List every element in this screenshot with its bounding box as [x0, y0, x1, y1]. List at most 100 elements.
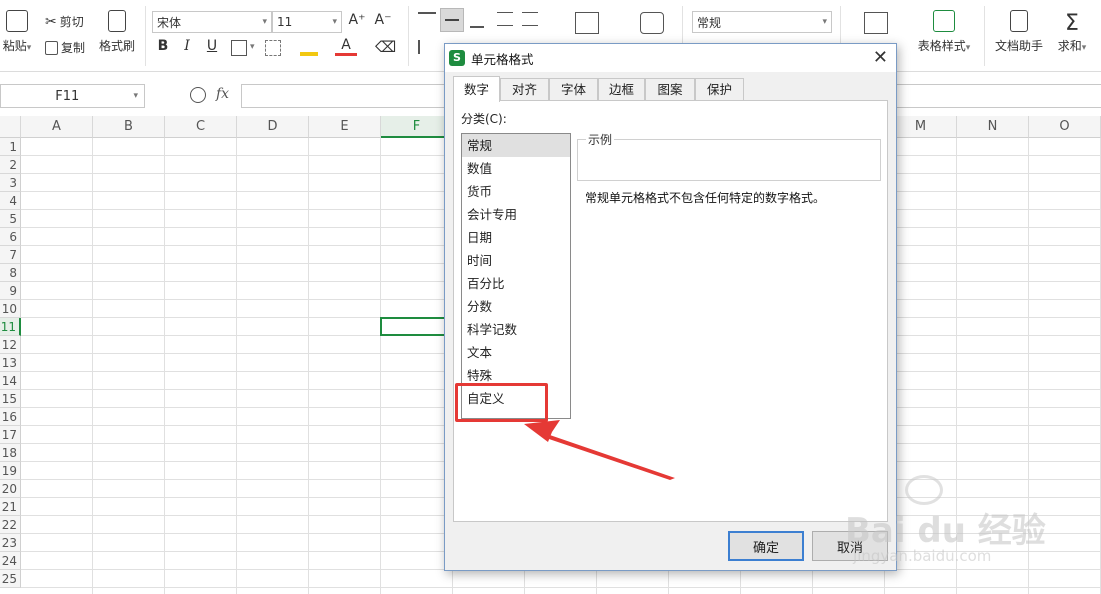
- sum-button[interactable]: Σ 求和▾: [1055, 10, 1089, 54]
- close-icon[interactable]: ✕: [873, 47, 888, 68]
- table-style-button[interactable]: 表格样式▾: [912, 10, 976, 54]
- decrease-indent-icon[interactable]: [497, 12, 513, 26]
- tab-alignment[interactable]: 对齐: [500, 78, 549, 102]
- eraser-icon[interactable]: ⌫: [375, 38, 396, 56]
- row-header[interactable]: 12: [0, 336, 21, 354]
- ok-button[interactable]: 确定: [728, 531, 804, 561]
- italic-button[interactable]: I: [176, 38, 198, 54]
- category-list[interactable]: 常规 数值 货币 会计专用 日期 时间 百分比 分数 科学记数 文本 特殊 自定义: [461, 133, 571, 419]
- tab-font[interactable]: 字体: [549, 78, 598, 102]
- increase-indent-icon[interactable]: [522, 12, 538, 26]
- column-header[interactable]: E: [309, 116, 381, 138]
- doc-helper-button[interactable]: 文档助手: [993, 10, 1045, 54]
- row-header[interactable]: 14: [0, 372, 21, 390]
- row-header[interactable]: 7: [0, 246, 21, 264]
- row-header[interactable]: 18: [0, 444, 21, 462]
- row-header[interactable]: 22: [0, 516, 21, 534]
- format-painter-button[interactable]: 格式刷: [97, 10, 137, 54]
- paste-button[interactable]: 粘贴▾: [0, 10, 34, 54]
- category-item[interactable]: 百分比: [462, 272, 570, 295]
- row-header[interactable]: 15: [0, 390, 21, 408]
- shrink-font-button[interactable]: A⁻: [372, 12, 394, 28]
- fx-icon[interactable]: fx: [216, 86, 229, 102]
- tab-border[interactable]: 边框: [598, 78, 645, 102]
- tab-label: 对齐: [511, 82, 537, 97]
- category-item[interactable]: 日期: [462, 226, 570, 249]
- category-item[interactable]: 文本: [462, 341, 570, 364]
- copy-button[interactable]: 复制: [45, 39, 85, 56]
- cut-button[interactable]: ✂ 剪切: [45, 13, 84, 30]
- table-style-icon: [933, 10, 955, 32]
- name-box[interactable]: F11 ▾: [0, 84, 145, 108]
- shrink-font-icon: A⁻: [374, 12, 392, 28]
- grid-line: [21, 587, 1101, 588]
- row-header[interactable]: 9: [0, 282, 21, 300]
- row-header[interactable]: 2: [0, 156, 21, 174]
- row-header[interactable]: 6: [0, 228, 21, 246]
- chevron-down-icon: ▾: [133, 91, 138, 101]
- ribbon-divider: [145, 6, 146, 66]
- bold-button[interactable]: B: [152, 38, 174, 54]
- conditional-format-icon[interactable]: [864, 12, 888, 34]
- tab-pattern[interactable]: 图案: [645, 78, 695, 102]
- column-header[interactable]: C: [165, 116, 237, 138]
- tab-protection[interactable]: 保护: [695, 78, 744, 102]
- row-header[interactable]: 4: [0, 192, 21, 210]
- cancel-button[interactable]: 取消: [812, 531, 888, 561]
- grow-font-button[interactable]: A⁺: [346, 12, 368, 28]
- column-header[interactable]: O: [1029, 116, 1101, 138]
- row-header[interactable]: 25: [0, 570, 21, 588]
- align-top-icon[interactable]: [418, 12, 436, 28]
- category-item[interactable]: 时间: [462, 249, 570, 272]
- merge-cells-icon[interactable]: [265, 40, 281, 56]
- number-format-select[interactable]: 常规 ▾: [692, 11, 832, 33]
- column-header[interactable]: F: [381, 116, 453, 138]
- row-header[interactable]: 24: [0, 552, 21, 570]
- paste-icon: [6, 10, 28, 32]
- row-header[interactable]: 20: [0, 480, 21, 498]
- fill-color-icon[interactable]: [300, 40, 318, 56]
- underline-button[interactable]: U: [201, 38, 223, 54]
- column-header[interactable]: A: [21, 116, 93, 138]
- row-header[interactable]: 11: [0, 318, 21, 336]
- row-header[interactable]: 3: [0, 174, 21, 192]
- wrap-text-icon[interactable]: [640, 12, 664, 34]
- font-size-select[interactable]: 11 ▾: [272, 11, 342, 33]
- column-header[interactable]: D: [237, 116, 309, 138]
- border-icon[interactable]: [231, 40, 247, 56]
- row-header[interactable]: 19: [0, 462, 21, 480]
- category-item[interactable]: 常规: [462, 134, 570, 157]
- align-middle-icon[interactable]: [440, 8, 464, 32]
- row-header[interactable]: 1: [0, 138, 21, 156]
- column-header[interactable]: B: [93, 116, 165, 138]
- font-color-button[interactable]: A: [335, 37, 357, 56]
- category-item[interactable]: 科学记数: [462, 318, 570, 341]
- font-name-select[interactable]: 宋体 ▾: [152, 11, 272, 33]
- row-header[interactable]: 16: [0, 408, 21, 426]
- column-header[interactable]: N: [957, 116, 1029, 138]
- align-left-icon[interactable]: [418, 40, 432, 54]
- merge-center-icon[interactable]: [575, 12, 599, 34]
- tab-number[interactable]: 数字: [453, 76, 500, 102]
- cancel-label: 取消: [836, 540, 863, 556]
- row-header[interactable]: 23: [0, 534, 21, 552]
- row-header[interactable]: 13: [0, 354, 21, 372]
- category-item[interactable]: 数值: [462, 157, 570, 180]
- select-all-corner[interactable]: [0, 116, 21, 138]
- align-bottom-icon[interactable]: [470, 12, 484, 28]
- category-item[interactable]: 会计专用: [462, 203, 570, 226]
- row-header[interactable]: 17: [0, 426, 21, 444]
- grid-line: [164, 138, 165, 594]
- row-header[interactable]: 8: [0, 264, 21, 282]
- category-item[interactable]: 货币: [462, 180, 570, 203]
- row-header[interactable]: 5: [0, 210, 21, 228]
- row-header[interactable]: 21: [0, 498, 21, 516]
- tab-label: 边框: [608, 82, 634, 97]
- row-header[interactable]: 10: [0, 300, 21, 318]
- category-item[interactable]: 分数: [462, 295, 570, 318]
- sample-label: 示例: [586, 131, 615, 148]
- active-cell[interactable]: [380, 317, 453, 336]
- zoom-icon[interactable]: [190, 87, 206, 103]
- tab-bar: 数字 对齐 字体 边框 图案 保护: [453, 76, 888, 102]
- tab-label: 保护: [706, 82, 732, 97]
